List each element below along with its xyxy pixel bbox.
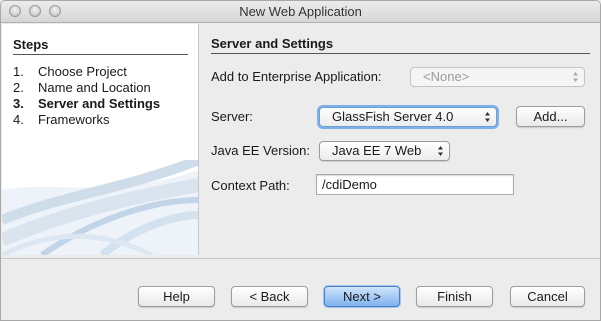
step-item-current: 3. Server and Settings — [13, 96, 161, 111]
select-arrows-icon — [438, 146, 443, 156]
decorative-swoosh-graphic — [2, 160, 198, 255]
back-button[interactable]: < Back — [231, 286, 308, 307]
step-item: 2. Name and Location — [13, 80, 151, 95]
step-label: Server and Settings — [38, 96, 161, 111]
cancel-button[interactable]: Cancel — [510, 286, 585, 307]
steps-divider — [13, 54, 188, 55]
step-label: Choose Project — [38, 64, 127, 79]
next-button[interactable]: Next > — [324, 286, 400, 307]
section-heading: Server and Settings — [211, 36, 334, 51]
finish-button[interactable]: Finish — [416, 286, 493, 307]
add-server-button[interactable]: Add... — [516, 106, 585, 127]
enterprise-app-select[interactable]: <None> — [410, 67, 585, 87]
select-arrows-icon — [485, 112, 490, 122]
steps-panel: Steps 1. Choose Project 2. Name and Locati… — [2, 24, 199, 255]
title-bar[interactable]: New Web Application — [1, 1, 600, 23]
enterprise-app-label: Add to Enterprise Application: — [211, 69, 382, 84]
step-item: 4. Frameworks — [13, 112, 110, 127]
javaee-version-select[interactable]: Java EE 7 Web — [319, 141, 450, 161]
button-bar-divider — [1, 258, 600, 259]
context-path-label: Context Path: — [211, 178, 290, 193]
steps-list: 1. Choose Project 2. Name and Location 3. S… — [13, 64, 160, 128]
window-title: New Web Application — [239, 4, 362, 19]
select-arrows-icon — [573, 72, 578, 82]
steps-heading: Steps — [13, 37, 49, 52]
step-label: Name and Location — [38, 80, 151, 95]
step-item: 1. Choose Project — [13, 64, 127, 79]
context-path-input[interactable]: /cdiDemo — [316, 174, 514, 195]
dialog-window: New Web Application Steps 1. Choose Proje… — [0, 0, 601, 321]
server-select[interactable]: GlassFish Server 4.0 — [319, 107, 497, 127]
section-divider — [211, 53, 590, 54]
step-label: Frameworks — [38, 112, 110, 127]
server-label: Server: — [211, 109, 253, 124]
help-button[interactable]: Help — [138, 286, 215, 307]
javaee-version-label: Java EE Version: — [211, 143, 310, 158]
